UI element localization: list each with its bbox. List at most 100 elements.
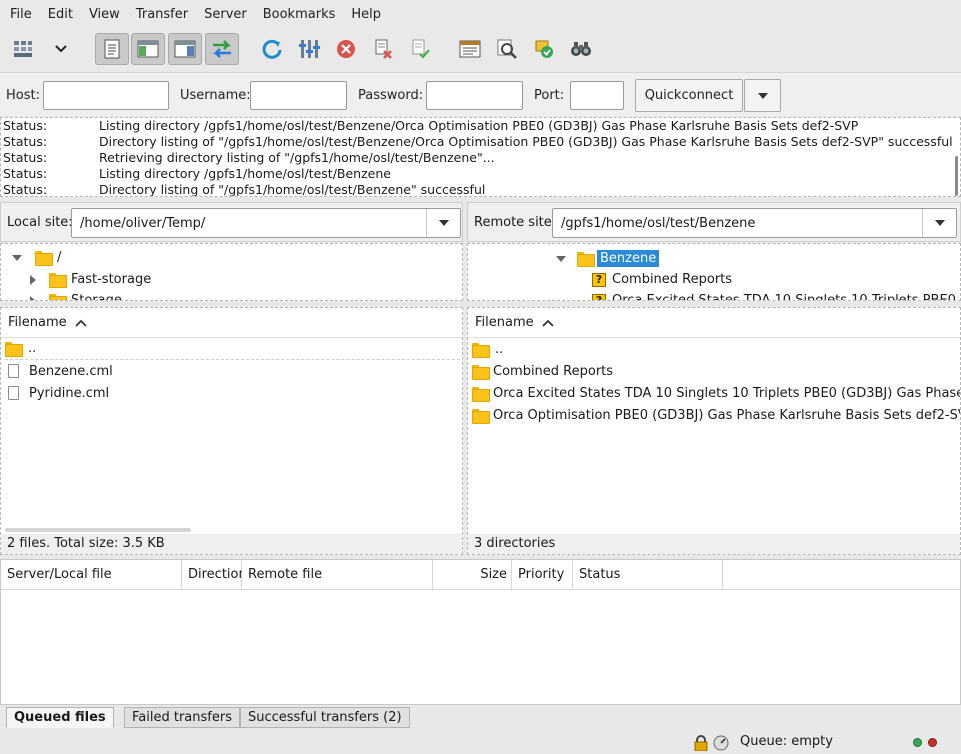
file-row[interactable]: Orca Optimisation PBE0 (GD3BJ) Gas Phase… [472,404,960,426]
menu-help[interactable]: Help [343,0,389,30]
remote-path-combo[interactable]: /gpfs1/home/osl/test/Benzene [552,208,957,238]
queue-header-remote-file[interactable]: Remote file [242,560,433,590]
tree-item-fast-storage[interactable]: Fast-storage [29,272,151,288]
folder-icon [49,273,67,288]
filename-header-label: Filename [8,315,67,330]
password-input[interactable] [426,81,523,110]
menu-view[interactable]: View [81,0,128,30]
menu-edit[interactable]: Edit [40,0,81,30]
disconnect-icon [375,39,392,59]
local-hscrollbar[interactable] [5,528,191,532]
menu-bar: File Edit View Transfer Server Bookmarks… [0,0,961,30]
log-status: Status: [3,150,48,165]
folder-icon [472,342,490,358]
speed-limit-icon[interactable] [713,735,729,751]
expand-arrow-icon [12,254,22,261]
queue-header-server-local-file[interactable]: Server/Local file [1,560,182,590]
file-row[interactable]: Pyridine.cml [5,382,109,404]
quickconnect-dropdown[interactable] [744,79,781,112]
toggle-filename-filter-button[interactable] [490,33,524,65]
filter-icon [459,40,481,58]
tree-item-storage[interactable]: Storage [29,293,122,300]
status-footer: Queue: empty [0,730,961,754]
port-input[interactable] [570,81,624,110]
log-message: Directory listing of "/gpfs1/home/osl/te… [99,182,486,197]
queue-header-status[interactable]: Status [573,560,723,590]
tree-item-combined-reports[interactable]: ? Combined Reports [592,272,732,287]
refresh-button[interactable] [255,33,289,65]
folder-icon [472,408,490,424]
folder-icon [35,251,53,266]
remote-tree-icon [174,40,196,58]
cancel-button[interactable] [329,33,363,65]
file-row[interactable]: Combined Reports [472,360,613,382]
file-row[interactable]: Benzene.cml [5,360,113,382]
file-row[interactable]: .. [5,338,460,360]
tab-failed-transfers[interactable]: Failed transfers [124,707,240,728]
log-message: Retrieving directory listing of "/gpfs1/… [99,150,495,165]
tree-item-benzene[interactable]: Benzene [555,250,660,267]
queue-header-size[interactable]: Size [433,560,512,590]
disconnect-button[interactable] [366,33,400,65]
menu-file[interactable]: File [2,0,40,30]
folder-icon [49,294,67,300]
toggle-remote-tree-button[interactable] [168,33,202,65]
tree-item-orca-excited[interactable]: ? Orca Excited States TDA 10 Singlets 10… [592,293,960,301]
refresh-icon [262,39,282,59]
quickconnect-button[interactable]: Quickconnect [635,79,743,112]
password-label: Password: [358,88,424,103]
tree-item-label: Orca Excited States TDA 10 Singlets 10 T… [612,293,960,301]
remote-path-dropdown[interactable] [922,209,956,237]
local-directory-tree[interactable]: / Fast-storage Storage [0,243,463,301]
tree-item-label: / [57,250,62,265]
expand-arrow-icon [556,255,566,262]
transfer-arrows-icon [212,40,232,58]
local-path-combo[interactable]: /home/oliver/Temp/ [71,208,461,238]
menu-bookmarks[interactable]: Bookmarks [255,0,344,30]
local-file-header: Filename [1,308,462,338]
toggle-local-tree-button[interactable] [131,33,165,65]
host-input[interactable] [43,81,169,110]
quickconnect-bar: Host: Username: Password: Port: Quickcon… [0,72,961,116]
log-icon [104,39,120,59]
tab-queued-files[interactable]: Queued files [6,707,114,728]
queue-header-priority[interactable]: Priority [512,560,573,590]
unknown-folder-icon: ? [592,272,606,287]
search-remote-files-button[interactable] [564,33,598,65]
tab-successful-transfers[interactable]: Successful transfers (2) [240,707,410,728]
toggle-log-button[interactable] [95,33,129,65]
file-row[interactable]: Orca Excited States TDA 10 Singlets 10 T… [472,382,961,404]
menu-server[interactable]: Server [196,0,255,30]
filename-column-header[interactable]: Filename [475,315,554,330]
local-file-list[interactable]: Filename .. Benzene.cml Pyridine.cml 2 f… [0,307,463,555]
reconnect-button[interactable] [403,33,437,65]
remote-directory-tree[interactable]: Benzene ? Combined Reports ? Orca Excite… [467,243,961,301]
log-scrollbar[interactable] [955,156,958,196]
file-name: .. [28,341,37,356]
log-status: Status: [3,118,48,133]
toggle-queue-button[interactable] [205,33,239,65]
message-log[interactable]: Status: Listing directory /gpfs1/home/osl… [0,117,961,197]
site-manager-button[interactable] [6,33,40,65]
host-label: Host: [6,88,40,103]
file-name: Orca Excited States TDA 10 Singlets 10 T… [493,385,961,401]
site-manager-dropdown[interactable] [44,33,78,65]
remote-file-list[interactable]: Filename .. Combined Reports Orca Excite… [467,307,961,555]
sync-icon [535,40,553,58]
synchronized-browsing-button[interactable] [527,33,561,65]
directory-listing-filters-button[interactable] [453,33,487,65]
log-row: Status: Directory listing of "/gpfs1/home… [1,182,960,197]
menu-transfer[interactable]: Transfer [128,0,196,30]
transfer-queue[interactable]: Server/Local file Direction Remote file … [0,559,961,705]
queue-header-direction[interactable]: Direction [182,560,247,590]
local-path-dropdown[interactable] [426,209,460,237]
file-row[interactable]: .. [472,338,503,360]
username-input[interactable] [250,81,347,110]
tree-item-root[interactable]: / [11,250,62,266]
file-name: Combined Reports [493,363,614,379]
process-queue-button[interactable] [292,33,326,65]
tree-item-label: Combined Reports [612,272,733,287]
log-status: Status: [3,166,48,181]
lock-icon [694,735,708,751]
filename-column-header[interactable]: Filename [8,315,87,330]
